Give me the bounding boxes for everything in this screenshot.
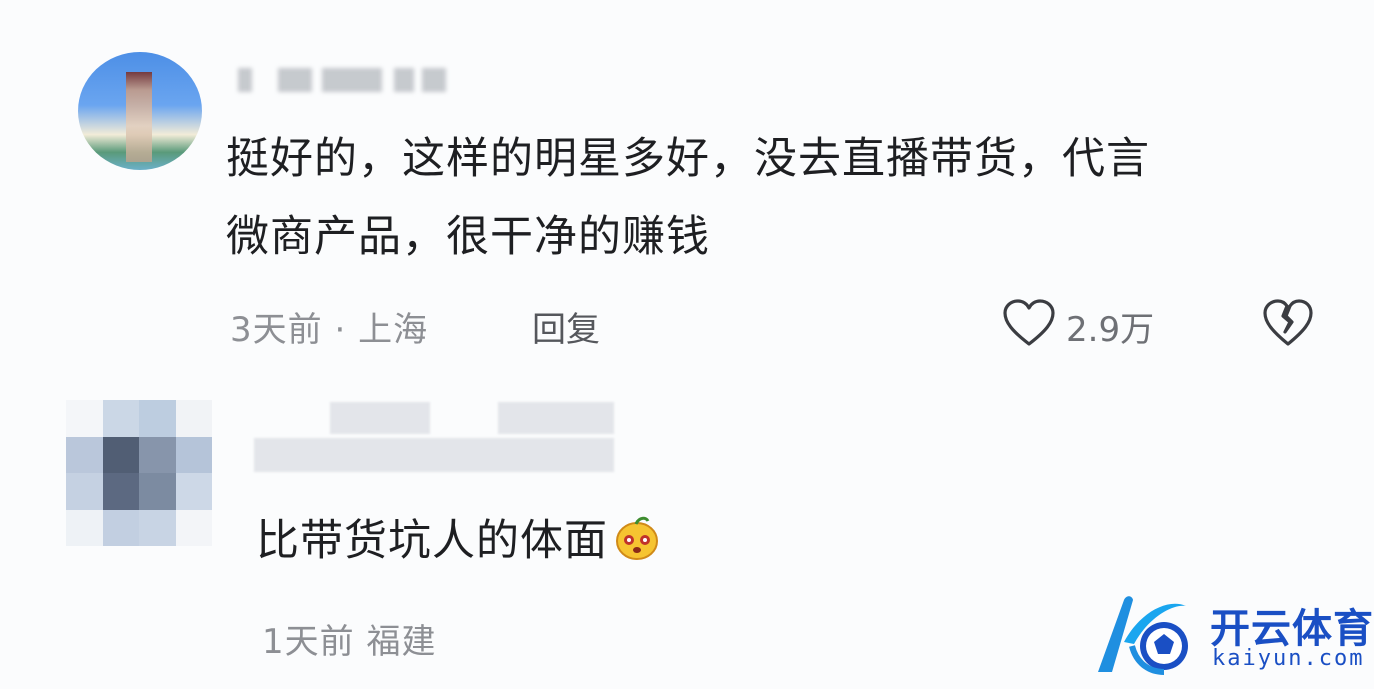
reply-button[interactable]: 回复 bbox=[532, 302, 600, 351]
comment-item: 挺好的，这样的明星多好，没去直播带货，代言 微商产品，很干净的赚钱 3天前 · … bbox=[0, 0, 1374, 370]
comment-meta: 3天前 · 上海 bbox=[230, 302, 428, 351]
username-blurred[interactable] bbox=[238, 60, 448, 100]
yellow-face-emoji-icon bbox=[616, 516, 658, 560]
comment-meta: 1天前 福建 bbox=[262, 614, 436, 663]
comment-location: 福建 bbox=[366, 622, 437, 662]
comment-time: 3天前 bbox=[230, 310, 323, 350]
comment-text: 比带货坑人的体面 bbox=[256, 500, 1336, 582]
watermark-domain: kaiyun.com bbox=[1212, 646, 1365, 671]
username-blurred[interactable] bbox=[254, 402, 614, 472]
like-count: 2.9万 bbox=[1066, 310, 1155, 350]
comment-time: 1天前 bbox=[262, 622, 355, 662]
meta-separator: · bbox=[334, 310, 347, 350]
comment-text: 挺好的，这样的明星多好，没去直播带货，代言 微商产品，很干净的赚钱 bbox=[226, 134, 1150, 262]
avatar[interactable] bbox=[66, 400, 212, 546]
heart-outline-icon[interactable] bbox=[1002, 298, 1056, 348]
kaiyun-logo-icon bbox=[1098, 596, 1188, 675]
kaiyun-watermark: 开云体育 kaiyun.com bbox=[1084, 584, 1374, 689]
comment-location: 上海 bbox=[358, 310, 429, 350]
avatar[interactable] bbox=[78, 52, 202, 170]
broken-heart-icon[interactable] bbox=[1262, 298, 1314, 348]
